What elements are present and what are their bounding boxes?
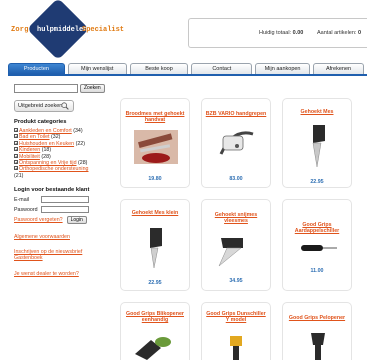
product-image[interactable] — [307, 121, 331, 169]
cart-items-value: 0 — [357, 30, 362, 36]
email-row: E-mail — [14, 196, 114, 204]
category-count: (34) — [73, 128, 83, 134]
category-count: (18) — [41, 147, 52, 154]
product-price: 34.95 — [229, 278, 243, 284]
product-title[interactable]: Gehoekt snijmes vleesmes — [204, 212, 268, 224]
category-count: (28) — [78, 160, 88, 167]
tab-mijn-wenslijst[interactable]: Mijn wenslijst — [67, 63, 127, 74]
product-image[interactable] — [215, 124, 259, 164]
product-title[interactable]: Good Grips Dunschiller Y model — [204, 311, 268, 323]
product-title[interactable]: Broodmes met gehoekt handvat — [123, 111, 187, 123]
tab-contact[interactable]: Contact — [191, 63, 253, 74]
tab-mijn-aankopen[interactable]: Mijn aankopen — [255, 63, 311, 74]
advanced-search-label: Uitgebreid zoeken — [18, 103, 63, 109]
product-title[interactable]: Good Grips Aardappelschiller — [285, 222, 349, 234]
product-image[interactable] — [299, 240, 339, 256]
expand-plus-icon[interactable]: + — [14, 147, 18, 152]
product-image[interactable] — [131, 332, 175, 360]
logo-text-right[interactable]: Specialist — [82, 26, 124, 34]
header: Zorg hulpmiddelen Specialist Huidig tota… — [0, 0, 367, 62]
product-price: 19.80 — [148, 176, 162, 182]
login-title: Login voor bestaande klant — [14, 187, 90, 194]
product-title[interactable]: Good Grips Pelopener — [285, 315, 349, 321]
product-price: 22.95 — [310, 179, 324, 185]
product-image[interactable] — [134, 130, 178, 164]
product-card[interactable]: Gehoekt Mes 22.95 — [282, 98, 352, 188]
category-link[interactable]: Bad en Toilet — [19, 134, 50, 140]
categories-title: Produkt categories — [14, 119, 67, 125]
forgot-password-link[interactable]: Paswoord vergeten? — [14, 217, 63, 223]
category-count: (22) — [75, 140, 85, 147]
cart-total-label: Huidig totaal: — [259, 30, 292, 36]
category-link[interactable]: Huishouden en Keuken — [19, 141, 74, 147]
email-field[interactable] — [41, 196, 89, 204]
product-price: 22.95 — [148, 280, 162, 286]
expand-plus-icon[interactable]: + — [14, 128, 18, 133]
tab-afrekenen[interactable]: Afrekenen — [313, 63, 364, 74]
advanced-search-button[interactable]: Uitgebreid zoeken — [14, 100, 74, 112]
dealer-link[interactable]: Je wenst dealer te worden? — [14, 271, 114, 278]
cart-items: Aantal artikelen: 0 — [317, 30, 361, 36]
sidebar: Zoeken Uitgebreid zoeken Produkt categor… — [14, 84, 114, 277]
category-link[interactable]: Ontspanning en Vrije tijd — [19, 160, 77, 166]
password-field[interactable] — [41, 206, 89, 214]
category-list: + Aankleden en Comfort (34) + Bad en Toile… — [14, 128, 114, 179]
login-button[interactable]: Login — [66, 216, 87, 225]
expand-plus-icon[interactable]: + — [14, 134, 18, 139]
search-input[interactable] — [14, 84, 78, 93]
logo-text-mid[interactable]: hulpmiddelen — [37, 26, 87, 34]
product-card[interactable]: Good Grips Blikopener eenhandig — [120, 302, 190, 360]
forgot-row: Paswoord vergeten? Login — [14, 216, 114, 225]
guestbook-link[interactable]: Gastenboek — [14, 255, 114, 262]
product-card[interactable]: BZB VARIO handgrepen 83.00 — [201, 98, 271, 188]
expand-plus-icon[interactable]: + — [14, 166, 18, 171]
cart-total-value: 0.00 — [292, 30, 304, 36]
cart-total: Huidig totaal: 0.00 — [259, 30, 303, 36]
product-image[interactable] — [301, 331, 335, 360]
category-count: (28) — [41, 153, 51, 160]
expand-plus-icon[interactable]: + — [14, 153, 18, 158]
product-card[interactable]: Good Grips Aardappelschiller 11.00 — [282, 199, 352, 291]
product-image[interactable] — [213, 232, 261, 268]
password-row: Paswoord — [14, 206, 114, 214]
nav-underline — [8, 74, 367, 76]
search-button[interactable]: Zoeken — [80, 84, 105, 93]
category-count: (21) — [14, 172, 24, 179]
product-price: 11.00 — [310, 268, 324, 274]
product-title[interactable]: Gehoekt Mes klein — [123, 210, 187, 216]
product-card[interactable]: Broodmes met gehoekt handvat 19.80 — [120, 98, 190, 188]
tab-beste-koop[interactable]: Beste koop — [129, 63, 189, 74]
product-title[interactable]: Gehoekt Mes — [285, 109, 349, 115]
category-count: (32) — [51, 134, 61, 141]
magnifier-icon — [61, 102, 69, 110]
category-link[interactable]: Mobiliteit — [19, 154, 40, 160]
product-image[interactable] — [216, 334, 256, 360]
product-price: 83.00 — [229, 176, 243, 182]
expand-plus-icon[interactable]: + — [14, 160, 18, 165]
password-label: Paswoord — [14, 206, 38, 213]
product-card[interactable]: Gehoekt snijmes vleesmes 34.95 — [201, 199, 271, 291]
product-card[interactable]: Good Grips Pelopener — [282, 302, 352, 360]
product-card[interactable]: Gehoekt Mes klein 22.95 — [120, 199, 190, 291]
category-item: + Orthopedische ondersteuning (21) — [14, 166, 114, 179]
logo-text-left[interactable]: Zorg — [11, 26, 29, 34]
cart-summary: Huidig totaal: 0.00 Aantal artikelen: 0 — [188, 18, 367, 48]
tab-producten[interactable]: Producten — [8, 63, 65, 74]
expand-plus-icon[interactable]: + — [14, 140, 18, 145]
product-title[interactable]: Good Grips Blikopener eenhandig — [123, 311, 187, 323]
email-label: E-mail — [14, 196, 30, 203]
category-link[interactable]: Kinderen — [19, 147, 40, 153]
category-link[interactable]: Aankleden en Comfort — [19, 128, 72, 134]
product-title[interactable]: BZB VARIO handgrepen — [204, 111, 268, 117]
terms-link[interactable]: Algemene voorwaarden — [14, 234, 114, 241]
category-link[interactable]: Orthopedische ondersteuning — [19, 166, 89, 172]
search-row: Zoeken — [14, 84, 114, 93]
cart-items-label: Aantal artikelen: — [317, 30, 357, 36]
product-image[interactable] — [143, 224, 169, 272]
product-card[interactable]: Good Grips Dunschiller Y model — [201, 302, 271, 360]
